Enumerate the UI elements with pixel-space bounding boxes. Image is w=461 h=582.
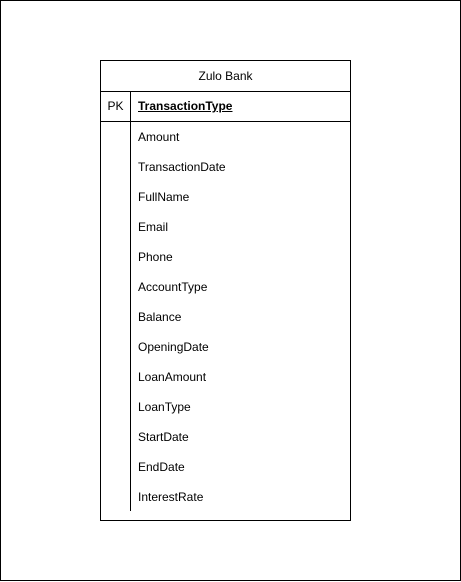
field-opening-date[interactable]: OpeningDate — [138, 332, 226, 362]
field-start-date[interactable]: StartDate — [138, 422, 226, 452]
entity-title: Zulo Bank — [101, 61, 350, 92]
primary-key-row[interactable]: PK TransactionType — [101, 92, 350, 122]
pk-label: PK — [101, 92, 131, 121]
field-full-name[interactable]: FullName — [138, 182, 226, 212]
field-list: Amount TransactionDate FullName Email Ph… — [138, 122, 226, 512]
field-end-date[interactable]: EndDate — [138, 452, 226, 482]
field-account-type[interactable]: AccountType — [138, 272, 226, 302]
field-email[interactable]: Email — [138, 212, 226, 242]
field-transaction-date[interactable]: TransactionDate — [138, 152, 226, 182]
field-phone[interactable]: Phone — [138, 242, 226, 272]
key-column-divider — [130, 122, 131, 511]
field-loan-amount[interactable]: LoanAmount — [138, 362, 226, 392]
field-amount[interactable]: Amount — [138, 122, 226, 152]
field-interest-rate[interactable]: InterestRate — [138, 482, 226, 512]
field-balance[interactable]: Balance — [138, 302, 226, 332]
pk-field-transaction-type[interactable]: TransactionType — [138, 92, 232, 121]
entity-table-zulo-bank[interactable]: Zulo Bank PK TransactionType Amount Tran… — [100, 60, 351, 521]
field-loan-type[interactable]: LoanType — [138, 392, 226, 422]
